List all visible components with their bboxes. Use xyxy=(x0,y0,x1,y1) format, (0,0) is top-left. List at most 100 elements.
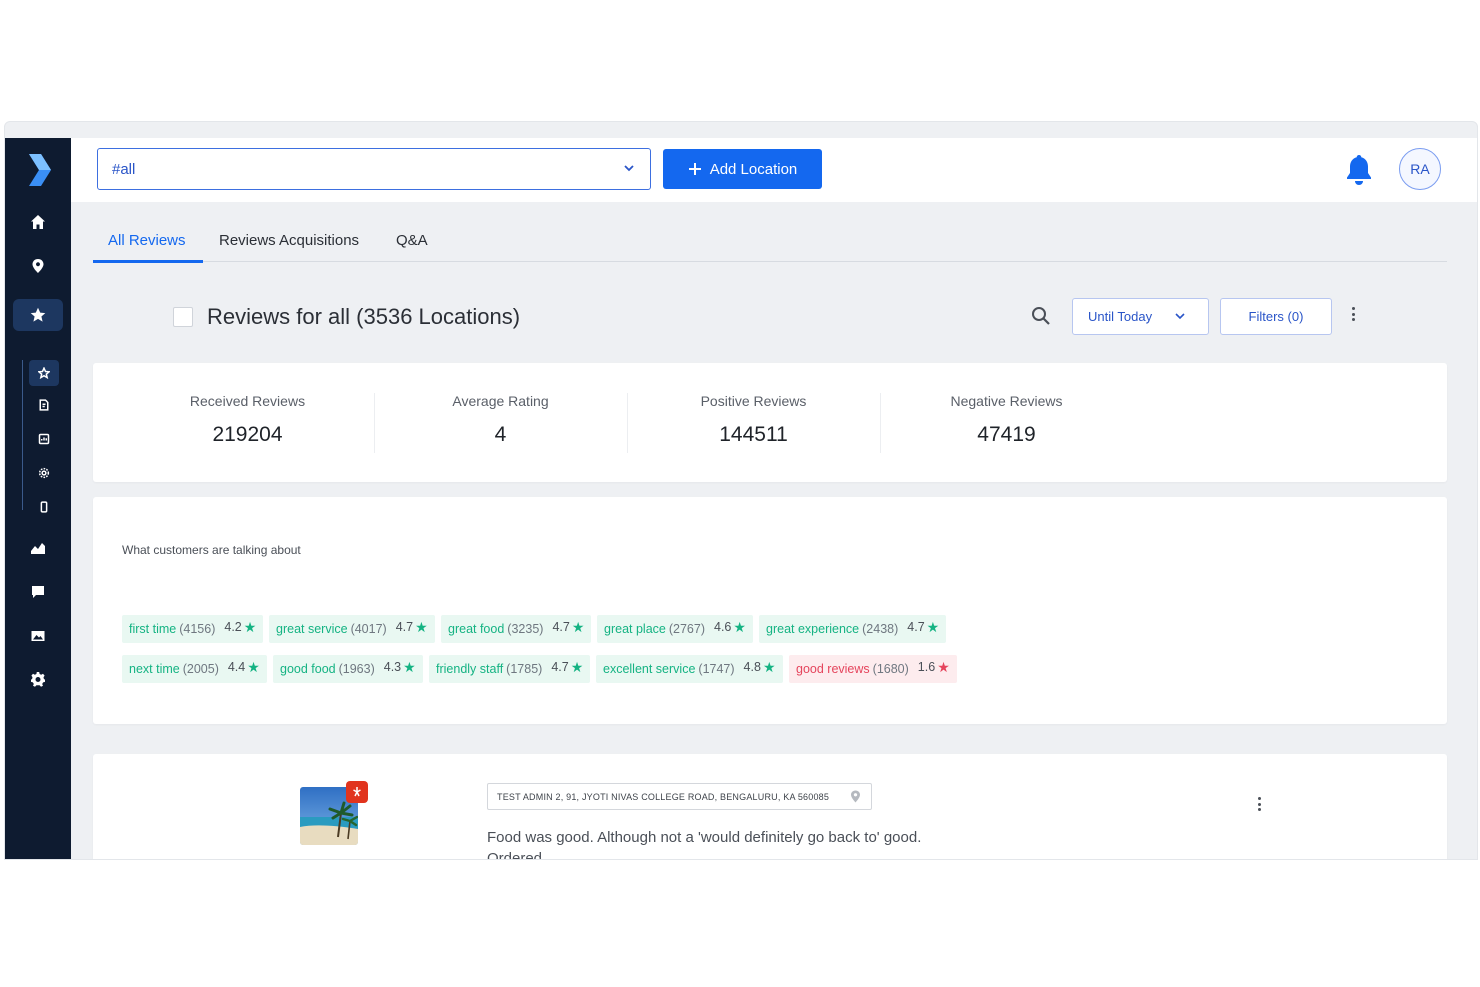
topic-count: (1747) xyxy=(698,662,735,676)
review-card: TEST ADMIN 2, 91, JYOTI NIVAS COLLEGE RO… xyxy=(93,754,1447,860)
logo-chevron-icon[interactable] xyxy=(27,154,51,186)
calendar-icon xyxy=(38,433,50,445)
source-badge-icon xyxy=(346,781,368,803)
star-icon xyxy=(30,307,46,322)
star-icon: ★ xyxy=(415,618,428,635)
tab-all-reviews[interactable]: All Reviews xyxy=(108,232,186,249)
topic-term: great experience xyxy=(766,622,860,636)
search-icon[interactable] xyxy=(1031,306,1051,326)
stat-value: 47419 xyxy=(977,423,1036,446)
topic-term: great food xyxy=(448,622,505,636)
topic-chip[interactable]: good food (1963) 4.3 ★ xyxy=(273,655,423,683)
topic-count: (2005) xyxy=(182,662,219,676)
review-text-line: Food was good. Although not a 'would def… xyxy=(487,829,922,846)
stat-average-rating: Average Rating 4 xyxy=(374,393,627,447)
chat-icon xyxy=(32,586,44,598)
topic-count: (2438) xyxy=(862,622,899,636)
page-title: Reviews for all (3536 Locations) xyxy=(207,304,521,329)
topics-card: What customers are talking about first t… xyxy=(93,497,1447,724)
sidebar-item-media[interactable] xyxy=(13,620,63,652)
star-outline-icon xyxy=(38,367,50,379)
topic-chip[interactable]: great place (2767) 4.6 ★ xyxy=(597,615,753,643)
topic-term: good reviews xyxy=(796,662,870,676)
topic-rating: 4.7 xyxy=(552,620,570,634)
sidebar xyxy=(5,138,71,859)
topic-rating: 4.6 xyxy=(714,620,732,634)
document-edit-icon xyxy=(39,399,49,411)
address-text: TEST ADMIN 2, 91, JYOTI NIVAS COLLEGE RO… xyxy=(497,791,830,802)
topic-count: (4156) xyxy=(179,622,216,636)
topic-chip[interactable]: next time (2005) 4.4 ★ xyxy=(122,655,267,683)
topic-count: (1963) xyxy=(338,662,375,676)
review-location-address[interactable]: TEST ADMIN 2, 91, JYOTI NIVAS COLLEGE RO… xyxy=(487,783,872,810)
stat-value: 219204 xyxy=(212,423,283,446)
topic-term: next time xyxy=(129,662,180,676)
topic-term: friendly staff xyxy=(436,662,504,676)
sidebar-item-locations[interactable] xyxy=(13,250,63,282)
topic-chip[interactable]: first time (4156) 4.2 ★ xyxy=(122,615,264,643)
review-options-icon[interactable] xyxy=(1258,797,1262,813)
more-options-icon[interactable] xyxy=(1352,307,1356,323)
topic-chip[interactable]: great service (4017) 4.7 ★ xyxy=(269,615,435,643)
topic-chip[interactable]: good reviews (1680) 1.6 ★ xyxy=(789,655,957,683)
sidebar-item-settings[interactable] xyxy=(13,663,63,695)
sidebar-sub-reports[interactable] xyxy=(29,426,59,452)
star-icon: ★ xyxy=(926,618,940,635)
topic-rating: 1.6 xyxy=(917,660,936,674)
topic-chip[interactable]: great experience (2438) 4.7 ★ xyxy=(759,615,947,643)
tab-reviews-acquisitions[interactable]: Reviews Acquisitions xyxy=(219,232,359,249)
bell-icon[interactable] xyxy=(1341,152,1377,188)
date-range-label: Until Today xyxy=(1088,309,1153,324)
add-location-button[interactable]: Add Location xyxy=(663,149,822,189)
topic-rating: 4.7 xyxy=(907,620,925,634)
home-icon xyxy=(31,215,45,229)
stat-label: Received Reviews xyxy=(189,393,306,409)
location-pin-icon xyxy=(32,259,44,273)
topic-term: great place xyxy=(604,622,666,636)
select-all-checkbox[interactable] xyxy=(173,307,193,327)
stat-value: 144511 xyxy=(719,423,788,446)
stat-negative-reviews: Negative Reviews 47419 xyxy=(880,393,1133,447)
filters-button[interactable]: Filters (0) xyxy=(1220,298,1332,335)
review-text-line: Ordered xyxy=(487,850,543,860)
location-select[interactable]: #all xyxy=(97,148,651,190)
star-icon: ★ xyxy=(570,658,584,675)
sidebar-sub-settings[interactable] xyxy=(29,460,59,486)
chevron-down-icon xyxy=(624,165,634,172)
tab-qa[interactable]: Q&A xyxy=(396,232,428,249)
mobile-icon xyxy=(40,501,48,513)
topic-rating: 4.8 xyxy=(743,660,761,674)
avatar[interactable]: RA xyxy=(1399,148,1441,190)
sidebar-item-home[interactable] xyxy=(13,206,63,238)
sidebar-item-messages[interactable] xyxy=(13,576,63,608)
topic-count: (4017) xyxy=(350,622,387,636)
star-icon: ★ xyxy=(937,658,950,675)
location-pin-icon xyxy=(851,790,860,803)
stats-card: Received Reviews 219204 Average Rating 4… xyxy=(93,363,1447,482)
topic-rating: 4.7 xyxy=(395,620,414,634)
topic-count: (1785) xyxy=(506,662,543,676)
reviews-header: Reviews for all (3536 Locations) Until T… xyxy=(93,292,1447,342)
topic-term: first time xyxy=(129,622,177,636)
chevron-down-icon xyxy=(1175,313,1185,320)
topic-rating: 4.4 xyxy=(227,660,246,674)
gear-outline-icon xyxy=(38,467,50,479)
sidebar-item-reviews[interactable] xyxy=(13,299,63,331)
sidebar-item-analytics[interactable] xyxy=(13,532,63,564)
stat-received-reviews: Received Reviews 219204 xyxy=(121,393,374,447)
topic-chip[interactable]: great food (3235) 4.7 ★ xyxy=(441,615,592,643)
stat-value: 4 xyxy=(494,423,507,446)
tabs-bar: All Reviews Reviews Acquisitions Q&A xyxy=(93,222,1447,263)
star-icon: ★ xyxy=(733,618,746,635)
topic-chip[interactable]: excellent service (1747) 4.8 ★ xyxy=(596,655,783,683)
sidebar-sub-mobile[interactable] xyxy=(29,494,59,520)
date-range-dropdown[interactable]: Until Today xyxy=(1072,298,1209,335)
star-icon: ★ xyxy=(762,658,776,675)
star-icon: ★ xyxy=(247,658,260,675)
topic-term: great service xyxy=(276,622,348,636)
sidebar-sub-all-reviews[interactable] xyxy=(29,360,59,386)
sidebar-sub-requests[interactable] xyxy=(29,392,59,418)
star-icon: ★ xyxy=(403,658,416,675)
stat-positive-reviews: Positive Reviews 144511 xyxy=(627,393,880,447)
topic-chip[interactable]: friendly staff (1785) 4.7 ★ xyxy=(429,655,591,683)
